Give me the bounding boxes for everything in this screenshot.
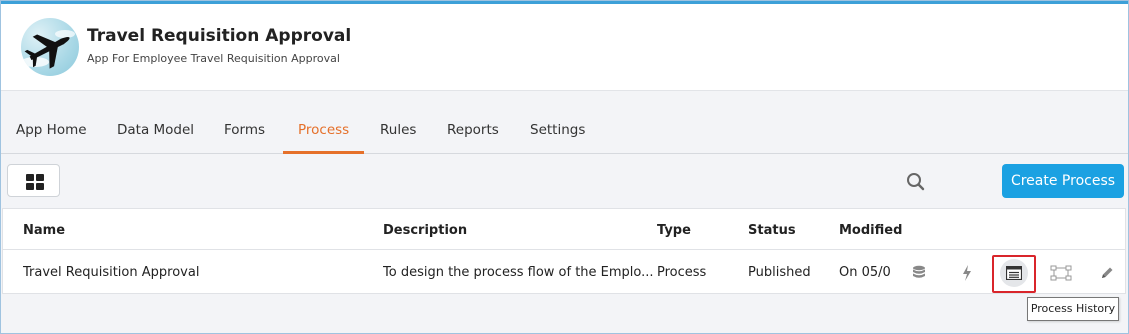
app-subtitle: App For Employee Travel Requisition Appr… — [87, 52, 340, 65]
tab-data-model[interactable]: Data Model — [102, 122, 209, 154]
grid-view-icon-cell — [26, 183, 34, 190]
search-icon — [907, 173, 925, 191]
diagram-icon[interactable] — [1047, 259, 1075, 287]
column-header-name[interactable]: Name — [23, 223, 65, 238]
tab-process[interactable]: Process — [283, 122, 365, 154]
tab-rules[interactable]: Rules — [365, 122, 431, 154]
cell-description: To design the process flow of the Emplo.… — [383, 265, 654, 280]
cell-status: Published — [748, 265, 811, 280]
column-header-description[interactable]: Description — [383, 223, 467, 238]
lightning-icon[interactable] — [953, 259, 981, 287]
grid-view-icon-cell — [36, 174, 44, 181]
database-icon[interactable] — [905, 259, 933, 287]
column-header-type[interactable]: Type — [657, 223, 691, 238]
cell-name: Travel Requisition Approval — [23, 265, 200, 280]
column-header-status[interactable]: Status — [748, 223, 796, 238]
airplane-icon — [21, 18, 79, 76]
grid-view-toggle-button[interactable] — [7, 164, 60, 197]
column-header-modified[interactable]: Modified — [839, 223, 902, 238]
app-title: Travel Requisition Approval — [87, 26, 352, 46]
tooltip-process-history: Process History — [1027, 297, 1119, 321]
cell-type: Process — [657, 265, 707, 280]
process-table: Name Description Type Status Modified Tr… — [2, 208, 1126, 294]
tab-settings[interactable]: Settings — [515, 122, 600, 154]
grid-view-icon — [26, 174, 34, 181]
pencil-icon[interactable] — [1093, 259, 1121, 287]
cell-modified: On 05/0 — [839, 265, 891, 280]
grid-view-icon-cell — [36, 183, 44, 190]
table-row[interactable]: Travel Requisition Approval To design th… — [3, 251, 1125, 294]
tab-forms[interactable]: Forms — [209, 122, 280, 154]
app-header: Travel Requisition Approval App For Empl… — [1, 4, 1128, 91]
app-tabs: App Home Data Model Forms Process Rules … — [1, 92, 1128, 154]
table-header: Name Description Type Status Modified — [3, 209, 1125, 250]
tab-reports[interactable]: Reports — [432, 122, 514, 154]
tab-app-home[interactable]: App Home — [1, 122, 102, 154]
highlight-box — [992, 255, 1036, 293]
create-process-button[interactable]: Create Process — [1002, 164, 1124, 198]
search-button[interactable] — [897, 164, 935, 197]
